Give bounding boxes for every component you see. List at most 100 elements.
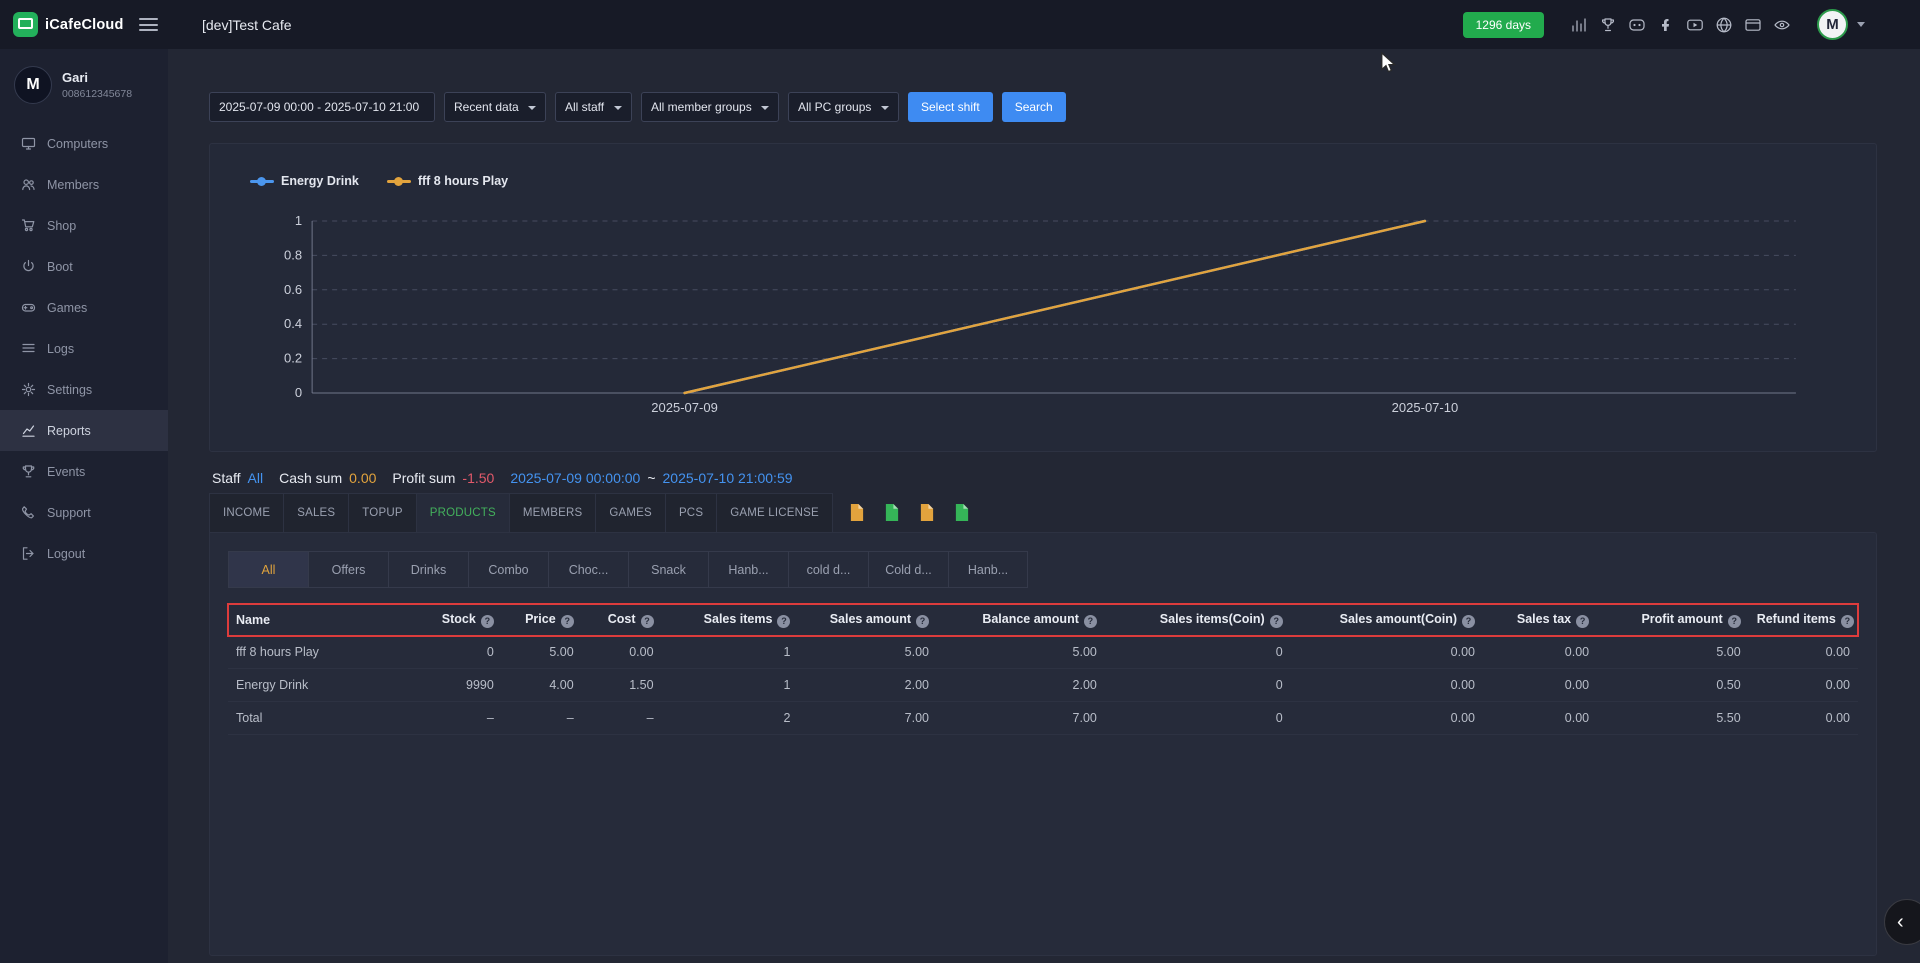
svg-text:0.4: 0.4 [284,316,302,331]
category-tab-offers-1[interactable]: Offers [308,551,388,588]
recent-data-select[interactable]: Recent data [445,93,545,121]
legend-label: Energy Drink [281,174,359,188]
youtube-icon[interactable] [1686,16,1704,34]
tab-games[interactable]: GAMES [595,493,665,533]
display-icon[interactable] [1773,16,1791,34]
info-icon[interactable]: ? [1270,615,1283,628]
table-cell: – [407,702,502,735]
export-pdf-icon[interactable] [849,503,865,522]
category-tab-all-0[interactable]: All [228,551,308,588]
discord-icon[interactable] [1628,16,1646,34]
table-cell: 2.00 [798,669,937,702]
user-avatar[interactable]: M [1817,9,1848,40]
info-icon[interactable]: ? [916,615,929,628]
icafecloud-logo-icon [13,12,38,37]
tab-pcs[interactable]: PCS [665,493,716,533]
sidebar-item-events[interactable]: Events [0,451,168,492]
info-icon[interactable]: ? [777,615,790,628]
sidebar-item-shop[interactable]: Shop [0,205,168,246]
export-xlsx-icon[interactable] [954,503,970,522]
tab-sales[interactable]: SALES [283,493,348,533]
sidebar-item-label: Settings [47,383,92,397]
category-tab-choc-4[interactable]: Choc... [548,551,628,588]
globe-icon[interactable] [1715,16,1733,34]
sidebar-item-games[interactable]: Games [0,287,168,328]
column-header-label: Stock [442,612,476,626]
info-icon[interactable]: ? [1462,615,1475,628]
brand[interactable]: iCafeCloud [0,0,168,49]
sidebar-item-reports[interactable]: Reports [0,410,168,451]
main-content: Recent data All staff All member groups … [168,49,1920,963]
tab-game-license[interactable]: GAME LICENSE [716,493,833,533]
info-icon[interactable]: ? [1728,615,1741,628]
column-header-sales-items-coin: Sales items(Coin)? [1105,604,1291,636]
facebook-icon[interactable] [1657,16,1675,34]
period-end-link[interactable]: 2025-07-10 21:00:59 [663,470,793,486]
column-header-label: Sales amount(Coin) [1340,612,1457,626]
info-icon[interactable]: ? [1084,615,1097,628]
table-cell: 0.50 [1597,669,1749,702]
tab-topup[interactable]: TOPUP [348,493,415,533]
staff-filter-link[interactable]: All [248,470,264,486]
table-cell: 0 [1105,669,1291,702]
table-cell: 0.00 [1483,702,1597,735]
svg-text:1: 1 [295,213,302,228]
chevron-left-icon: ‹ [1897,911,1904,934]
table-cell: Energy Drink [228,669,407,702]
sidebar-item-logout[interactable]: Logout [0,533,168,574]
info-icon[interactable]: ? [1576,615,1589,628]
search-button[interactable]: Search [1002,92,1066,122]
column-header-price: Price? [502,604,582,636]
period-start-link[interactable]: 2025-07-09 00:00:00 [510,470,640,486]
date-range-input[interactable] [209,92,435,122]
info-icon[interactable]: ? [641,615,654,628]
category-tab-cold-d-8[interactable]: Cold d... [868,551,948,588]
sidebar-item-settings[interactable]: Settings [0,369,168,410]
computers-icon [21,136,36,151]
table-cell: 5.00 [1597,636,1749,669]
tab-products[interactable]: PRODUCTS [416,493,509,533]
category-tab-snack-5[interactable]: Snack [628,551,708,588]
table-cell: – [502,702,582,735]
category-tab-drinks-2[interactable]: Drinks [388,551,468,588]
tab-income[interactable]: INCOME [209,493,283,533]
legend-marker-icon [387,180,411,183]
info-icon[interactable]: ? [481,615,494,628]
period-separator: ~ [647,470,655,486]
members-icon [21,177,36,192]
topbar: iCafeCloud [dev]Test Cafe 1296 days M [0,0,1920,49]
category-tab-cold-d-7[interactable]: cold d... [788,551,868,588]
stats-icon[interactable] [1570,16,1588,34]
legend-item-energy-drink[interactable]: Energy Drink [250,174,359,188]
category-tab-hanb-6[interactable]: Hanb... [708,551,788,588]
sidebar-item-support[interactable]: Support [0,492,168,533]
table-cell: 5.00 [937,636,1105,669]
menu-toggle-icon[interactable] [139,18,158,31]
export-xls-icon[interactable] [919,503,935,522]
sidebar-item-computers[interactable]: Computers [0,123,168,164]
member-groups-select[interactable]: All member groups [642,93,778,121]
trophy-icon[interactable] [1599,16,1617,34]
tab-members[interactable]: MEMBERS [509,493,596,533]
user-name: Gari [62,70,132,85]
chevron-down-icon[interactable] [1857,22,1865,27]
info-icon[interactable]: ? [1841,615,1854,628]
billing-icon[interactable] [1744,16,1762,34]
column-header-label: Cost [608,612,636,626]
export-csv-icon[interactable] [884,503,900,522]
info-icon[interactable]: ? [561,615,574,628]
table-cell: 0.00 [1483,636,1597,669]
pc-groups-select[interactable]: All PC groups [789,93,898,121]
staff-select[interactable]: All staff [556,93,631,121]
summary-row: Staff All Cash sum 0.00 Profit sum -1.50… [212,470,1877,486]
sidebar-item-members[interactable]: Members [0,164,168,205]
category-tab-hanb-9[interactable]: Hanb... [948,551,1028,588]
sidebar-item-logs[interactable]: Logs [0,328,168,369]
select-shift-button[interactable]: Select shift [908,92,993,122]
games-icon [21,300,36,315]
license-days-badge[interactable]: 1296 days [1463,12,1544,38]
legend-item-fff-8-hours-play[interactable]: fff 8 hours Play [387,174,508,188]
sidebar-item-boot[interactable]: Boot [0,246,168,287]
user-phone: 008612345678 [62,88,132,100]
category-tab-combo-3[interactable]: Combo [468,551,548,588]
